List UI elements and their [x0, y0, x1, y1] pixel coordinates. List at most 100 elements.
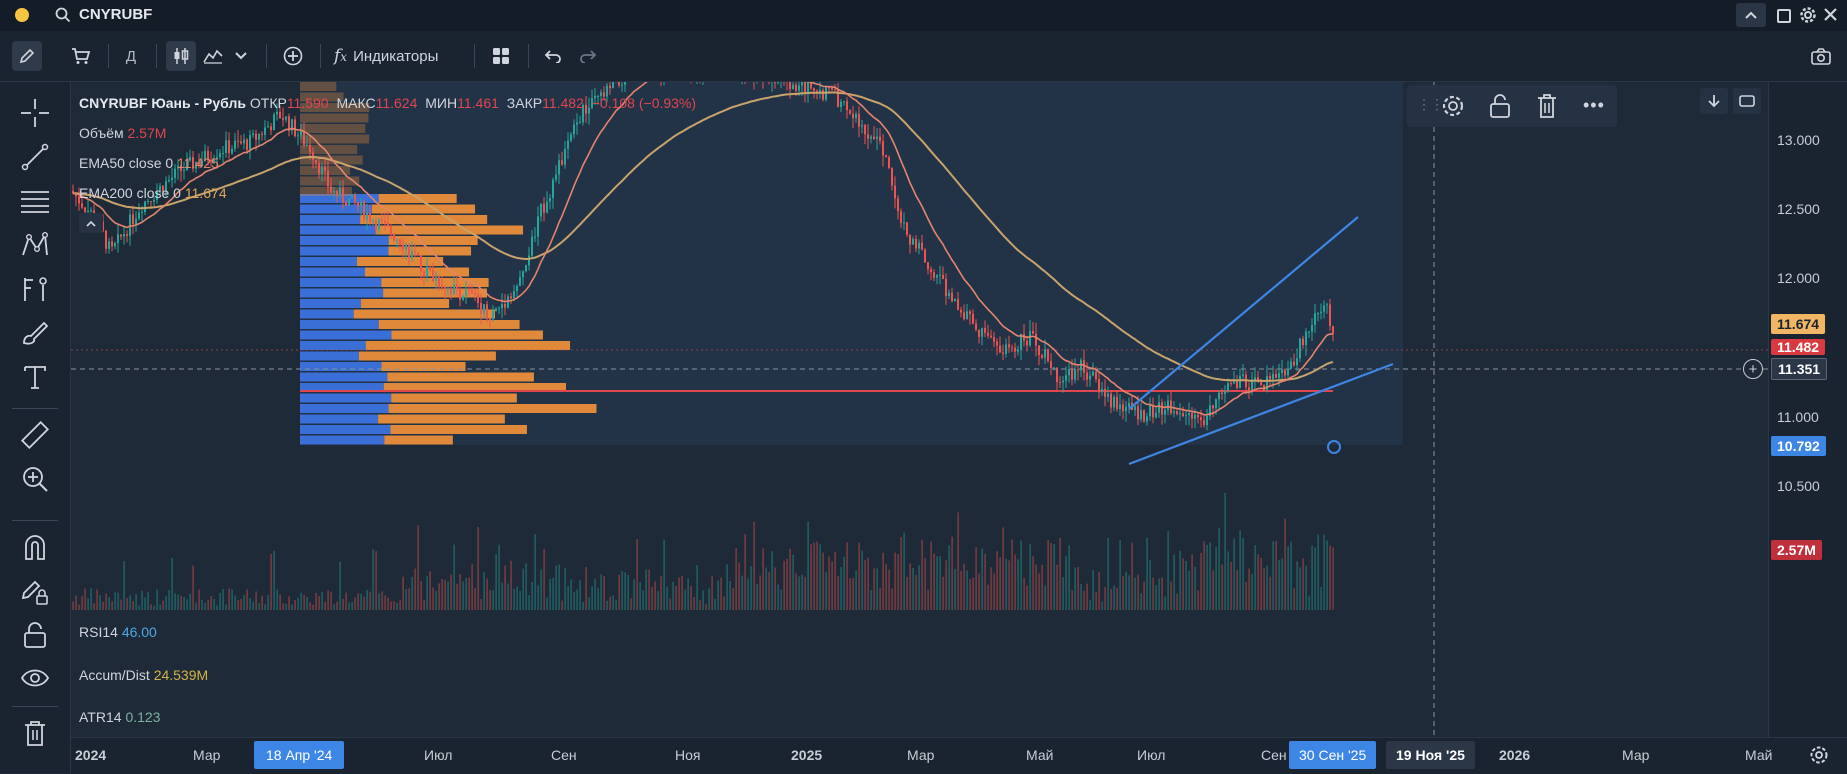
- undo-button[interactable]: [539, 41, 567, 71]
- redo-button[interactable]: [574, 41, 602, 71]
- screenshot-button[interactable]: [1806, 41, 1836, 71]
- maximize-icon[interactable]: [1777, 9, 1791, 23]
- volume-bar: [615, 599, 617, 610]
- delete-tool[interactable]: [16, 716, 54, 750]
- atr-legend: ATR14 0.123: [79, 709, 160, 725]
- candle-body: [1119, 404, 1121, 410]
- candle-body: [333, 190, 335, 193]
- candle-body: [432, 269, 434, 281]
- price-chart[interactable]: [71, 47, 1768, 737]
- close-icon[interactable]: [1823, 7, 1838, 27]
- time-tick: Сен: [1261, 747, 1287, 763]
- symbol-search-input[interactable]: CNYRUBF: [79, 6, 152, 23]
- volume-bar: [1239, 530, 1241, 610]
- brush-tool[interactable]: [16, 316, 54, 350]
- volume-bar: [156, 589, 158, 610]
- volume-bar: [1185, 560, 1187, 610]
- candle-body: [1161, 402, 1163, 415]
- cart-button[interactable]: [66, 41, 96, 71]
- candle-body: [1134, 406, 1136, 411]
- accum-dist-legend: Accum/Dist 24.539M: [79, 667, 208, 683]
- volume-bar: [1203, 541, 1205, 610]
- candle-body: [573, 124, 575, 135]
- time-axis[interactable]: 2024 Мар Июл Сен Ноя 2025 Мар Май Июл Се…: [71, 737, 1847, 774]
- candle-body: [231, 148, 233, 154]
- draw-mode-button[interactable]: [12, 41, 42, 71]
- volume-profile-buy: [300, 362, 382, 371]
- area-chart-type-button[interactable]: [200, 41, 226, 71]
- volume-profile-sell: [390, 425, 527, 434]
- volume-bar: [492, 590, 494, 610]
- trendline-tool[interactable]: [16, 140, 54, 174]
- collapse-button[interactable]: [1736, 3, 1766, 27]
- visibility-tool[interactable]: [16, 662, 54, 696]
- volume-bar: [303, 594, 305, 610]
- candle-body: [1011, 347, 1013, 349]
- text-tool[interactable]: [16, 360, 54, 394]
- ruler-icon: [20, 420, 50, 450]
- volume-bar: [315, 592, 317, 610]
- candle-body: [1140, 410, 1142, 420]
- candle-body: [285, 116, 287, 120]
- lock-drawings-tool[interactable]: [16, 574, 54, 608]
- volume-bar: [549, 579, 551, 610]
- timeframe-button[interactable]: Д: [118, 41, 144, 71]
- volume-bar: [306, 597, 308, 610]
- candle-body: [1089, 375, 1091, 380]
- scroll-to-latest-button[interactable]: [1700, 88, 1728, 114]
- gear-icon[interactable]: [1799, 6, 1817, 29]
- candle-body: [1008, 344, 1010, 348]
- axis-settings-button[interactable]: [1809, 745, 1829, 770]
- search-icon[interactable]: [55, 7, 71, 23]
- add-button[interactable]: [278, 41, 308, 71]
- chart-type-dropdown[interactable]: [230, 41, 252, 71]
- lock-tool[interactable]: [16, 618, 54, 652]
- layouts-button[interactable]: [486, 41, 516, 71]
- pattern-tool[interactable]: [16, 228, 54, 262]
- crosshair-tool[interactable]: [16, 96, 54, 130]
- price-axis[interactable]: 13.000 12.500 12.000 11.000 10.500 11.67…: [1768, 82, 1847, 737]
- volume-bar: [894, 552, 896, 610]
- fit-chart-button[interactable]: [1733, 88, 1761, 114]
- candle-body: [852, 113, 854, 119]
- time-tick: Мар: [1622, 747, 1650, 763]
- volume-bar: [231, 589, 233, 610]
- volume-bar: [954, 568, 956, 610]
- drawing-more-button[interactable]: •••: [1583, 95, 1605, 116]
- candle-body: [363, 201, 365, 220]
- volume-bar: [1008, 560, 1010, 610]
- indicators-button[interactable]: fx Индикаторы: [334, 41, 438, 71]
- prediction-tool[interactable]: [16, 272, 54, 306]
- volume-bar: [1095, 592, 1097, 610]
- drag-handle-icon[interactable]: ⋮⋮: [1417, 96, 1444, 113]
- volume-bar: [525, 563, 527, 610]
- volume-bar: [444, 579, 446, 610]
- volume-bar: [108, 597, 110, 610]
- volume-profile-buy: [300, 414, 379, 424]
- volume-bar: [600, 574, 602, 610]
- volume-bar: [1134, 577, 1136, 610]
- volume-bar: [534, 534, 536, 610]
- magnet-tool[interactable]: [16, 530, 54, 564]
- volume-bar: [1149, 559, 1151, 610]
- zoom-tool[interactable]: [16, 462, 54, 496]
- volume-profile-row: [300, 124, 366, 133]
- candles-chart-type-button[interactable]: [166, 41, 196, 71]
- horizontal-lines-tool[interactable]: [16, 184, 54, 218]
- collapse-legend-button[interactable]: [79, 213, 103, 233]
- candle-body: [123, 234, 125, 237]
- candle-body: [522, 271, 524, 278]
- add-price-level-button[interactable]: +: [1743, 359, 1763, 379]
- drawing-settings-button[interactable]: [1441, 94, 1465, 123]
- candle-body: [246, 139, 248, 150]
- chart-pane[interactable]: ⋮⋮ ••• CNYRUBF Юань - Рубль ОТКР11.590 М…: [71, 47, 1768, 737]
- ruler-tool[interactable]: [16, 418, 54, 452]
- volume-bar: [267, 594, 269, 610]
- volume-bar: [1161, 577, 1163, 610]
- candle-body: [1311, 325, 1313, 332]
- volume-bar: [132, 601, 134, 610]
- volume-bar: [366, 589, 368, 610]
- volume-bar: [972, 577, 974, 610]
- drawing-unlock-button[interactable]: [1489, 93, 1511, 124]
- drawing-delete-button[interactable]: [1537, 93, 1557, 124]
